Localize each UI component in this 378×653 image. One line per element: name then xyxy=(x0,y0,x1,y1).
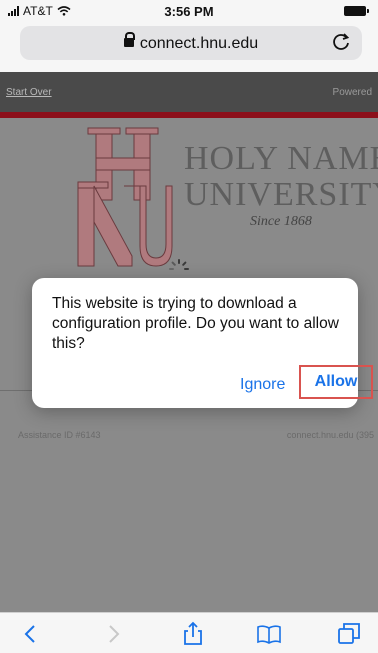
url-bar[interactable]: connect.hnu.edu xyxy=(20,26,362,60)
forward-icon[interactable] xyxy=(100,621,126,647)
allow-button[interactable]: Allow xyxy=(299,365,373,399)
share-icon[interactable] xyxy=(180,621,206,647)
battery-icon xyxy=(344,6,369,16)
status-bar: AT&T 3:56 PM xyxy=(0,0,378,22)
logo-line-2: UNIVERSITY xyxy=(184,176,378,213)
lock-icon xyxy=(123,32,135,47)
browser-chrome: connect.hnu.edu xyxy=(0,22,378,72)
logo-since: Since 1868 xyxy=(250,214,312,229)
dialog-message: This website is trying to download a con… xyxy=(52,295,339,352)
logo-line-1: HOLY NAMES xyxy=(184,140,378,177)
assistance-id: Assistance ID #6143 xyxy=(18,430,101,440)
start-over-link[interactable]: Start Over xyxy=(6,87,52,98)
download-profile-dialog: This website is trying to download a con… xyxy=(32,278,373,408)
url-text: connect.hnu.edu xyxy=(139,35,259,52)
page-header: Start Over Powered xyxy=(0,72,378,112)
hnu-monogram-icon xyxy=(77,127,173,267)
url-display[interactable]: connect.hnu.edu xyxy=(20,32,362,53)
bookmarks-icon[interactable] xyxy=(256,621,282,647)
back-icon[interactable] xyxy=(18,621,44,647)
clock: 3:56 PM xyxy=(164,4,214,19)
loading-spinner-icon xyxy=(169,259,189,270)
host-code: connect.hnu.edu (395 xyxy=(286,430,374,440)
tabs-icon[interactable] xyxy=(336,621,362,647)
ignore-button[interactable]: Ignore xyxy=(240,376,285,394)
reload-icon[interactable] xyxy=(330,31,352,53)
powered-by-label: Powered xyxy=(332,87,372,98)
page-footer: Assistance ID #6143 connect.hnu.edu (395 xyxy=(0,422,378,452)
browser-toolbar xyxy=(0,612,378,653)
